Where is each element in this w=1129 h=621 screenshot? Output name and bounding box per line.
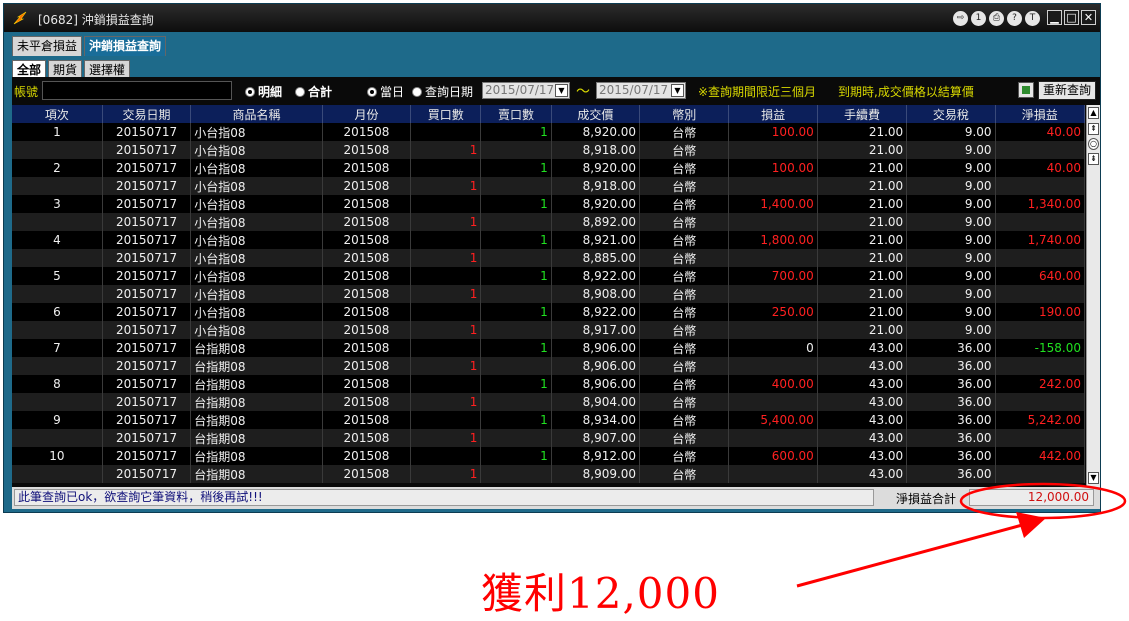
annotation-overlay bbox=[796, 482, 1127, 588]
annotation-arrow-head bbox=[1016, 512, 1046, 538]
annotation-caption: 獲利12,000 bbox=[481, 569, 720, 618]
highlight-ellipse bbox=[959, 482, 1127, 520]
annotation-arrow-line bbox=[796, 522, 1027, 588]
